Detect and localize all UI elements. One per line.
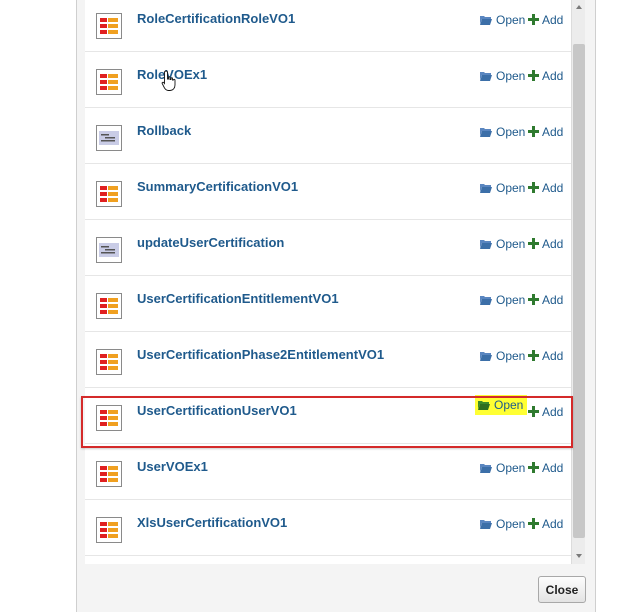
- add-button[interactable]: Add: [528, 459, 563, 476]
- folder-open-icon: [480, 127, 492, 137]
- list-item: UserCertificationEntitlementVO1 Open Add: [85, 276, 571, 332]
- folder-open-icon: [478, 401, 490, 410]
- add-button[interactable]: Add: [528, 347, 563, 364]
- view-object-icon: [96, 517, 122, 543]
- item-name-link[interactable]: RoleVOEx1: [137, 67, 207, 82]
- item-name-link[interactable]: SummaryCertificationVO1: [137, 179, 298, 194]
- operation-icon: [96, 125, 122, 151]
- item-name-link[interactable]: UserCertificationPhase2EntitlementVO1: [137, 347, 384, 362]
- close-button[interactable]: Close: [538, 576, 586, 603]
- add-label: Add: [542, 460, 564, 475]
- open-label: Open: [496, 292, 526, 307]
- open-button[interactable]: Open: [479, 11, 525, 28]
- item-name-link[interactable]: XlsUserCertificationVO1: [137, 515, 287, 530]
- list-item: SummaryCertificationVO1 Open Add: [85, 164, 571, 220]
- item-name-link[interactable]: updateUserCertification: [137, 235, 284, 250]
- add-button[interactable]: Add: [528, 179, 563, 196]
- scrollbar-thumb[interactable]: [573, 44, 585, 538]
- add-label: Add: [542, 68, 564, 83]
- add-button[interactable]: Add: [528, 403, 563, 420]
- open-label: Open: [496, 124, 526, 139]
- open-button[interactable]: Open: [479, 67, 525, 84]
- view-object-icon: [96, 461, 122, 487]
- list-item: Rollback Open Add: [85, 108, 571, 164]
- open-button[interactable]: Open: [479, 515, 525, 532]
- open-button[interactable]: Open: [479, 235, 525, 252]
- list-item: RoleCertificationRoleVO1 Open Add: [85, 0, 571, 52]
- open-label: Open: [496, 516, 526, 531]
- open-button[interactable]: Open: [479, 123, 525, 140]
- add-label: Add: [542, 404, 564, 419]
- item-name-link[interactable]: UserCertificationUserVO1: [137, 403, 297, 418]
- item-name-link[interactable]: RoleCertificationRoleVO1: [137, 11, 295, 26]
- plus-icon: [528, 238, 539, 249]
- add-label: Add: [542, 348, 564, 363]
- select-dialog: RoleCertificationRoleVO1 Open Add RoleVO…: [76, 0, 596, 612]
- open-label: Open: [494, 398, 524, 412]
- open-label: Open: [496, 180, 526, 195]
- open-button[interactable]: Open: [479, 179, 525, 196]
- folder-open-icon: [480, 71, 492, 81]
- list-item: XlsUserCertificationVO1 Open Add: [85, 500, 571, 556]
- view-object-icon: [96, 293, 122, 319]
- plus-icon: [528, 126, 539, 137]
- view-object-icon: [96, 13, 122, 39]
- add-label: Add: [542, 236, 564, 251]
- view-object-icon: [96, 405, 122, 431]
- list-item: UserVOEx1 Open Add: [85, 444, 571, 500]
- add-button[interactable]: Add: [528, 515, 563, 532]
- add-label: Add: [542, 292, 564, 307]
- open-label: Open: [496, 68, 526, 83]
- plus-icon: [528, 462, 539, 473]
- scroll-up-arrow-icon[interactable]: [574, 2, 584, 12]
- item-name-link[interactable]: UserVOEx1: [137, 459, 208, 474]
- plus-icon: [528, 518, 539, 529]
- add-label: Add: [542, 180, 564, 195]
- open-button-highlighted[interactable]: Open: [475, 395, 528, 415]
- plus-icon: [528, 350, 539, 361]
- plus-icon: [528, 294, 539, 305]
- open-label: Open: [496, 348, 526, 363]
- add-button[interactable]: Add: [528, 291, 563, 308]
- open-label: Open: [496, 236, 526, 251]
- add-button[interactable]: Add: [528, 235, 563, 252]
- item-list: RoleCertificationRoleVO1 Open Add RoleVO…: [85, 0, 571, 564]
- open-button[interactable]: Open: [479, 459, 525, 476]
- open-label: Open: [496, 12, 526, 27]
- add-label: Add: [542, 124, 564, 139]
- list-item: UserCertificationPhase2EntitlementVO1 Op…: [85, 332, 571, 388]
- plus-icon: [528, 70, 539, 81]
- folder-open-icon: [480, 183, 492, 193]
- list-item-selected: UserCertificationUserVO1 Open Add: [85, 388, 571, 444]
- list-item: RoleVOEx1 Open Add: [85, 52, 571, 108]
- plus-icon: [528, 182, 539, 193]
- view-object-icon: [96, 69, 122, 95]
- folder-open-icon: [480, 239, 492, 249]
- open-label: Open: [496, 460, 526, 475]
- add-label: Add: [542, 516, 564, 531]
- folder-open-icon: [480, 351, 492, 361]
- view-object-icon: [96, 349, 122, 375]
- add-button[interactable]: Add: [528, 123, 563, 140]
- folder-open-icon: [480, 463, 492, 473]
- open-button[interactable]: Open: [479, 347, 525, 364]
- scroll-down-arrow-icon[interactable]: [574, 551, 584, 561]
- add-button[interactable]: Add: [528, 67, 563, 84]
- folder-open-icon: [480, 519, 492, 529]
- add-button[interactable]: Add: [528, 11, 563, 28]
- list-item: updateUserCertification Open Add: [85, 220, 571, 276]
- add-label: Add: [542, 12, 564, 27]
- vertical-scrollbar[interactable]: [571, 0, 585, 564]
- plus-icon: [528, 14, 539, 25]
- folder-open-icon: [480, 295, 492, 305]
- operation-icon: [96, 237, 122, 263]
- item-name-link[interactable]: Rollback: [137, 123, 191, 138]
- folder-open-icon: [480, 15, 492, 25]
- item-name-link[interactable]: UserCertificationEntitlementVO1: [137, 291, 339, 306]
- open-button[interactable]: Open: [479, 291, 525, 308]
- view-object-icon: [96, 181, 122, 207]
- plus-icon: [528, 406, 539, 417]
